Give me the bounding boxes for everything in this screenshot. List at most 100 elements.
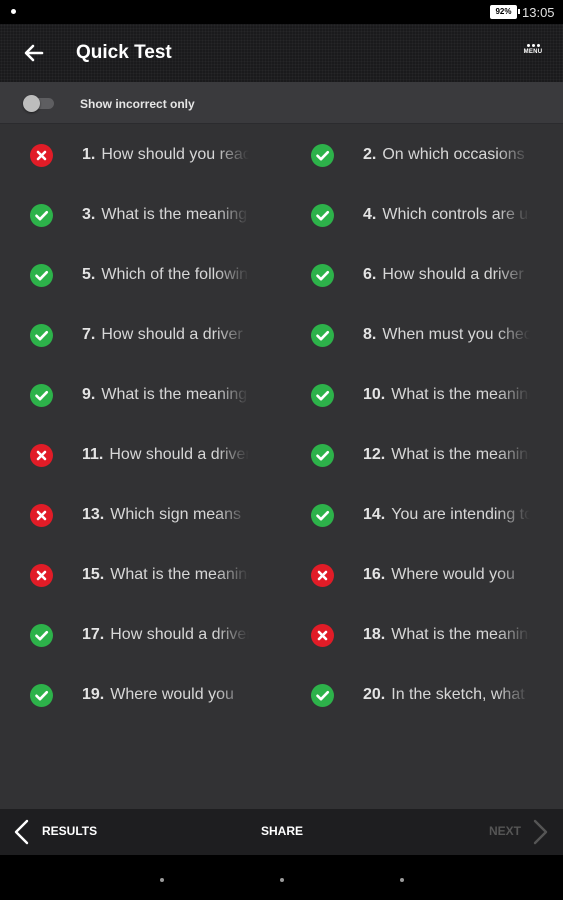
question-item[interactable]: 17. How should a driver bbox=[0, 604, 281, 664]
nav-back-dot-icon[interactable] bbox=[160, 878, 164, 882]
question-item[interactable]: 20. In the sketch, what bbox=[281, 664, 562, 724]
question-item[interactable]: 6. How should a driver bbox=[281, 244, 562, 304]
question-text: 16. Where would you bbox=[363, 566, 530, 584]
show-incorrect-toggle[interactable] bbox=[23, 95, 55, 112]
question-number: 12. bbox=[363, 446, 386, 463]
check-icon bbox=[311, 324, 334, 347]
question-number: 15. bbox=[82, 566, 105, 583]
check-icon bbox=[311, 204, 334, 227]
question-list: 1. How should you react when the 2. On whic… bbox=[0, 124, 563, 809]
question-item[interactable]: 19. Where would you bbox=[0, 664, 281, 724]
question-item[interactable]: 14. You are intending to bbox=[281, 484, 562, 544]
question-label: Where would you bbox=[391, 566, 515, 583]
cross-icon bbox=[30, 504, 53, 527]
cross-icon bbox=[30, 444, 53, 467]
share-label: SHARE bbox=[261, 824, 304, 838]
question-number: 10. bbox=[363, 386, 386, 403]
question-number: 11. bbox=[82, 446, 104, 463]
toggle-knob bbox=[23, 95, 40, 112]
question-text: 5. Which of the following bbox=[82, 266, 249, 284]
question-label: How should a driver bbox=[382, 266, 524, 283]
check-icon bbox=[311, 504, 334, 527]
question-text: 18. What is the meaning bbox=[363, 626, 530, 644]
question-number: 18. bbox=[363, 626, 386, 643]
question-label: What is the meaning bbox=[391, 626, 530, 643]
question-text: 2. On which occasions must bbox=[363, 146, 530, 164]
question-number: 8. bbox=[363, 326, 377, 343]
question-number: 7. bbox=[82, 326, 96, 343]
question-number: 4. bbox=[363, 206, 377, 223]
question-text: 12. What is the meaning bbox=[363, 446, 530, 464]
question-label: Which of the following bbox=[101, 266, 249, 283]
nav-home-dot-icon[interactable] bbox=[280, 878, 284, 882]
question-item[interactable]: 9. What is the meaning of bbox=[0, 364, 281, 424]
next-button[interactable]: NEXT bbox=[480, 809, 552, 855]
chevron-left-icon bbox=[14, 819, 29, 845]
question-label: How should you react when the bbox=[101, 146, 249, 163]
question-text: 3. What is the meaning of bbox=[82, 206, 249, 224]
battery-icon: 92% bbox=[490, 5, 520, 19]
filter-label: Show incorrect only bbox=[80, 97, 195, 111]
question-label: Which controls are used bbox=[382, 206, 530, 223]
cross-icon bbox=[30, 564, 53, 587]
question-number: 16. bbox=[363, 566, 386, 583]
filter-bar: Show incorrect only bbox=[0, 82, 563, 124]
check-icon bbox=[30, 384, 53, 407]
question-number: 5. bbox=[82, 266, 96, 283]
share-button[interactable]: SHARE bbox=[250, 809, 314, 855]
question-label: How should a driver bbox=[109, 446, 249, 463]
check-icon bbox=[311, 684, 334, 707]
results-button[interactable]: RESULTS bbox=[12, 809, 112, 855]
question-text: 4. Which controls are used bbox=[363, 206, 530, 224]
question-item[interactable]: 2. On which occasions must bbox=[281, 124, 562, 184]
page-title: Quick Test bbox=[76, 42, 172, 63]
question-item[interactable]: 13. Which sign means bbox=[0, 484, 281, 544]
status-clock: 13:05 bbox=[522, 5, 555, 20]
question-number: 20. bbox=[363, 686, 386, 703]
question-item[interactable]: 16. Where would you bbox=[281, 544, 562, 604]
question-item[interactable]: 15. What is the meaning bbox=[0, 544, 281, 604]
question-item[interactable]: 1. How should you react when the bbox=[0, 124, 281, 184]
question-number: 1. bbox=[82, 146, 96, 163]
question-item[interactable]: 11. How should a driver bbox=[0, 424, 281, 484]
check-icon bbox=[30, 204, 53, 227]
question-text: 6. How should a driver bbox=[363, 266, 530, 284]
question-text: 7. How should a driver bbox=[82, 326, 249, 344]
question-label: How should a driver bbox=[110, 626, 249, 643]
menu-label: MENU bbox=[523, 49, 543, 55]
question-label: How should a driver bbox=[101, 326, 243, 343]
question-text: 9. What is the meaning of bbox=[82, 386, 249, 404]
check-icon bbox=[30, 684, 53, 707]
question-label: What is the meaning of bbox=[101, 386, 249, 403]
question-label: On which occasions must bbox=[382, 146, 530, 163]
question-label: What is the meaning bbox=[110, 566, 249, 583]
notification-dot-icon bbox=[11, 9, 16, 14]
cross-icon bbox=[311, 624, 334, 647]
question-text: 15. What is the meaning bbox=[82, 566, 249, 584]
question-item[interactable]: 4. Which controls are used bbox=[281, 184, 562, 244]
question-text: 20. In the sketch, what bbox=[363, 686, 530, 704]
question-number: 13. bbox=[82, 506, 105, 523]
question-text: 8. When must you check bbox=[363, 326, 530, 344]
question-label: Where would you bbox=[110, 686, 234, 703]
back-button[interactable] bbox=[20, 39, 48, 67]
arrow-left-icon bbox=[24, 44, 44, 62]
question-label: You are intending to bbox=[391, 506, 530, 523]
menu-button[interactable]: MENU bbox=[516, 42, 550, 68]
question-label: Which sign means bbox=[110, 506, 241, 523]
check-icon bbox=[311, 144, 334, 167]
question-item[interactable]: 10. What is the meaning bbox=[281, 364, 562, 424]
check-icon bbox=[30, 624, 53, 647]
question-item[interactable]: 3. What is the meaning of bbox=[0, 184, 281, 244]
cross-icon bbox=[311, 564, 334, 587]
question-text: 14. You are intending to bbox=[363, 506, 530, 524]
question-label: In the sketch, what bbox=[391, 686, 525, 703]
question-item[interactable]: 18. What is the meaning bbox=[281, 604, 562, 664]
question-item[interactable]: 5. Which of the following bbox=[0, 244, 281, 304]
question-text: 11. How should a driver bbox=[82, 446, 249, 464]
question-item[interactable]: 7. How should a driver bbox=[0, 304, 281, 364]
check-icon bbox=[311, 444, 334, 467]
question-item[interactable]: 12. What is the meaning bbox=[281, 424, 562, 484]
question-item[interactable]: 8. When must you check bbox=[281, 304, 562, 364]
nav-recents-dot-icon[interactable] bbox=[400, 878, 404, 882]
